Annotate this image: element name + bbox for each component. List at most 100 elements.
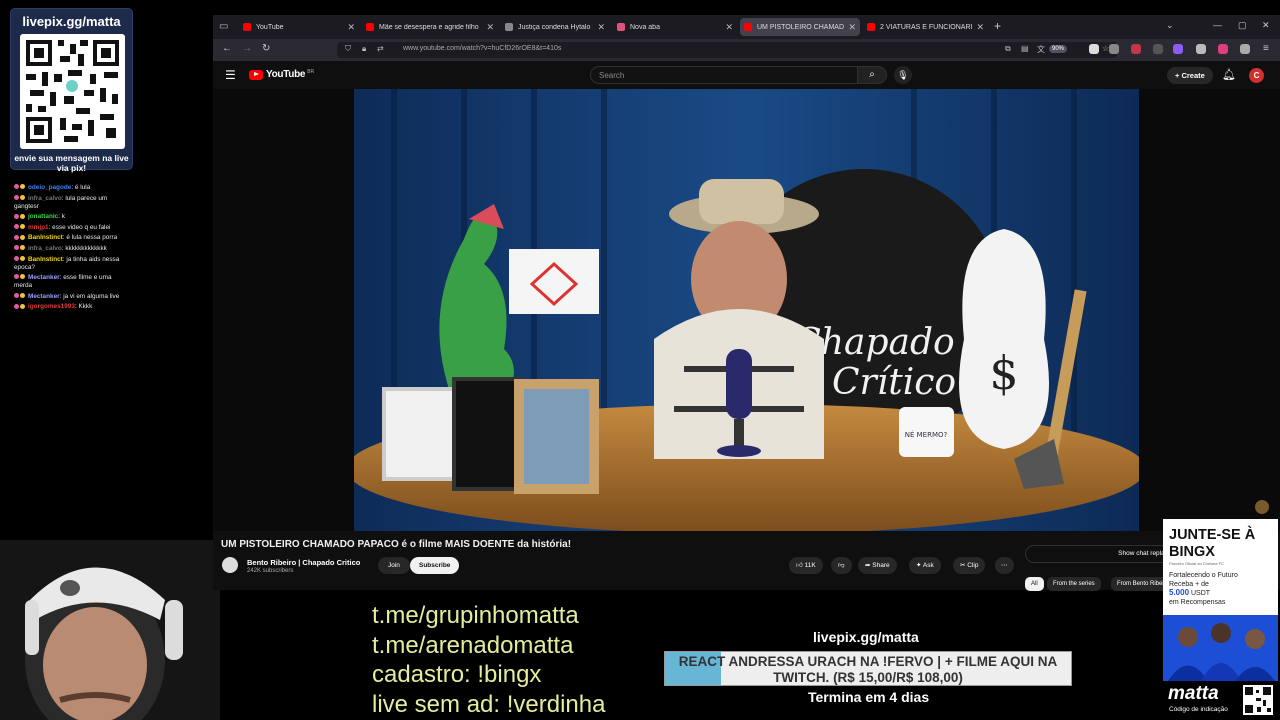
matta-brand-subtitle: Código de indicação [1169, 706, 1228, 713]
chat-message: igorgomes1993: Kkkk [14, 303, 129, 311]
chat-text: kkkkkkkkkkkkk [65, 244, 107, 252]
create-label: Create [1181, 71, 1205, 80]
hamburger-menu-icon[interactable]: ☰ [225, 68, 236, 82]
chat-message: odeio_pagode: é lula [14, 184, 129, 192]
close-tab-icon[interactable]: ✕ [976, 22, 984, 33]
video-frame[interactable]: Chapado Crítico NÉ MERMO? $ [354, 89, 1139, 531]
tab-overview-icon[interactable]: ▭ [219, 21, 231, 33]
donation-goal-bar: REACT ANDRESSA URACH NA !FERVO | + FILME… [664, 651, 1072, 686]
forward-arrow-icon[interactable]: → [242, 43, 252, 54]
chat-username[interactable]: igorgomes1993 [28, 303, 75, 310]
minimize-button[interactable]: — [1213, 20, 1222, 30]
chat-message: BanInstinct: ja tinha aids nessa epoca? [14, 256, 129, 272]
close-tab-icon[interactable]: ✕ [725, 22, 733, 33]
bingx-players-image [1163, 615, 1278, 681]
chat-message: BanInstinct: é lula nessa porra [14, 234, 129, 242]
ask-button[interactable]: ✦ Ask [909, 557, 941, 574]
show-chat-replay-button[interactable]: Show chat replay [1025, 545, 1185, 563]
search-input[interactable]: Search [590, 66, 858, 84]
clip-button[interactable]: ✂ Clip [953, 557, 986, 574]
chat-text: esse video q eu falei [52, 223, 111, 231]
browser-tab[interactable]: UM PISTOLEIRO CHAMADO PAPACO ✕ [740, 18, 860, 36]
chat-message: Mectanker: ja vi em alguma live [14, 293, 129, 301]
chip-from-series[interactable]: From the series [1047, 577, 1101, 591]
chat-username[interactable]: infra_calvo [28, 245, 62, 252]
shield-icon[interactable]: ⛉ [345, 44, 351, 54]
chat-badge-icon [14, 194, 28, 201]
browser-tab[interactable]: Justiça condena Hytalo Santos ✕ [501, 18, 609, 36]
translate-icon[interactable]: 文 [1037, 44, 1045, 55]
permissions-icon[interactable]: ⇄ [377, 44, 384, 53]
video-player[interactable]: Chapado Crítico NÉ MERMO? $ [213, 89, 1280, 531]
search-button[interactable]: ⌕ [857, 66, 887, 84]
reader-view-icon[interactable]: ▤ [1021, 44, 1029, 53]
bingx-title: JUNTE-SE À BINGX [1169, 527, 1256, 560]
youtube-header: ☰ YouTube BR Search ⌕ 🎙︎ + Create 🔔︎ C [213, 61, 1280, 89]
url-text[interactable]: www.youtube.com/watch?v=huCfD26rOE8&t=41… [403, 45, 561, 52]
chat-username[interactable]: odeio_pagode [28, 184, 71, 191]
menu-icon[interactable]: ≡ [1263, 43, 1269, 54]
picture-in-picture-icon[interactable]: ⧉ [1005, 44, 1011, 54]
tab-bar: ▭ YouTube ✕ Mãe se desespera e agride filh… [213, 15, 1280, 39]
tab-favicon-icon [617, 23, 625, 31]
bingx-offer: Fortalecendo o Futuro Receba + de 5.000 … [1169, 572, 1238, 607]
stream-canvas: livepix.gg/matta envie sua mensagem na l… [0, 0, 1280, 720]
ask-label: Ask [922, 562, 934, 569]
extension-icon[interactable] [1131, 44, 1141, 54]
join-button[interactable]: Join [378, 557, 410, 574]
chat-username[interactable]: BanInstinct [28, 234, 63, 241]
reload-icon[interactable]: ↻ [262, 43, 270, 54]
chat-username[interactable]: mmjp1 [28, 224, 49, 231]
chat-username[interactable]: Mectanker [28, 293, 60, 300]
video-title: UM PISTOLEIRO CHAMADO PAPACO é o filme M… [221, 539, 572, 550]
extension-icon[interactable] [1109, 44, 1119, 54]
browser-tab[interactable]: YouTube ✕ [239, 18, 359, 36]
youtube-logo[interactable]: YouTube BR [249, 69, 314, 80]
extension-icon[interactable] [1153, 44, 1163, 54]
zoom-level[interactable]: 90% [1048, 45, 1067, 53]
streamer-webcam [0, 540, 220, 720]
extension-icon[interactable] [1089, 44, 1099, 54]
more-actions-button[interactable]: ⋯ [995, 557, 1014, 574]
account-avatar[interactable]: C [1249, 68, 1264, 83]
channel-avatar[interactable] [222, 557, 238, 573]
close-tab-icon[interactable]: ✕ [848, 22, 856, 33]
chat-username[interactable]: BanInstinct [28, 256, 63, 263]
chat-message: infra_calvo: lula parece um gangtesr [14, 195, 129, 211]
share-button[interactable]: ➦ Share [858, 557, 897, 574]
tab-favicon-icon [366, 23, 374, 31]
maximize-button[interactable]: ▢ [1238, 20, 1247, 31]
extension-icon[interactable] [1196, 44, 1206, 54]
extension-icon[interactable] [1240, 44, 1250, 54]
subscribe-button[interactable]: Subscribe [410, 557, 460, 574]
bingx-ad: JUNTE-SE À BINGX Parceiro Oficial do Che… [1163, 519, 1278, 681]
like-button[interactable]: 👍︎ 11K [789, 557, 823, 574]
close-tab-icon[interactable]: ✕ [486, 22, 494, 33]
channel-name[interactable]: Bento Ribeiro | Chapado Critico [247, 558, 360, 567]
chat-badge-icon [14, 224, 28, 230]
back-arrow-icon[interactable]: ← [222, 43, 232, 54]
new-tab-button[interactable]: + [994, 19, 1001, 33]
close-tab-icon[interactable]: ✕ [597, 22, 605, 33]
chip-all[interactable]: All [1025, 577, 1044, 591]
url-bar[interactable]: ⛉ 🔒︎ ⇄ www.youtube.com/watch?v=huCfD26rO… [337, 42, 1117, 58]
chat-username[interactable]: jonattanic [28, 213, 58, 220]
link-telegram-group: t.me/grupinhomatta [372, 602, 579, 629]
close-tab-icon[interactable]: ✕ [347, 22, 355, 33]
navigation-bar: ← → ↻ ⛉ 🔒︎ ⇄ www.youtube.com/watch?v=huC… [213, 39, 1280, 61]
lock-icon[interactable]: 🔒︎ [362, 44, 366, 54]
voice-search-button[interactable]: 🎙︎ [894, 66, 912, 84]
extension-icon[interactable] [1218, 44, 1228, 54]
chat-username[interactable]: infra_calvo [28, 195, 62, 202]
browser-tab[interactable]: 2 VIATURAS E FUNCIONÁRIO VAI ✕ [863, 18, 988, 36]
browser-tab[interactable]: Mãe se desespera e agride filho ✕ [362, 18, 498, 36]
extension-icon[interactable] [1173, 44, 1183, 54]
create-button[interactable]: + Create [1167, 67, 1213, 84]
chat-text: ja vi em alguma live [63, 292, 120, 300]
browser-tab[interactable]: Nova aba ✕ [613, 18, 737, 36]
dislike-button[interactable]: 👎︎ [831, 557, 852, 574]
close-window-button[interactable]: ✕ [1262, 20, 1270, 31]
tab-list-chevron-icon[interactable]: ⌄ [1166, 20, 1174, 31]
notifications-bell-icon[interactable]: 🔔︎ [1222, 68, 1236, 81]
chat-username[interactable]: Mectanker [28, 274, 60, 281]
